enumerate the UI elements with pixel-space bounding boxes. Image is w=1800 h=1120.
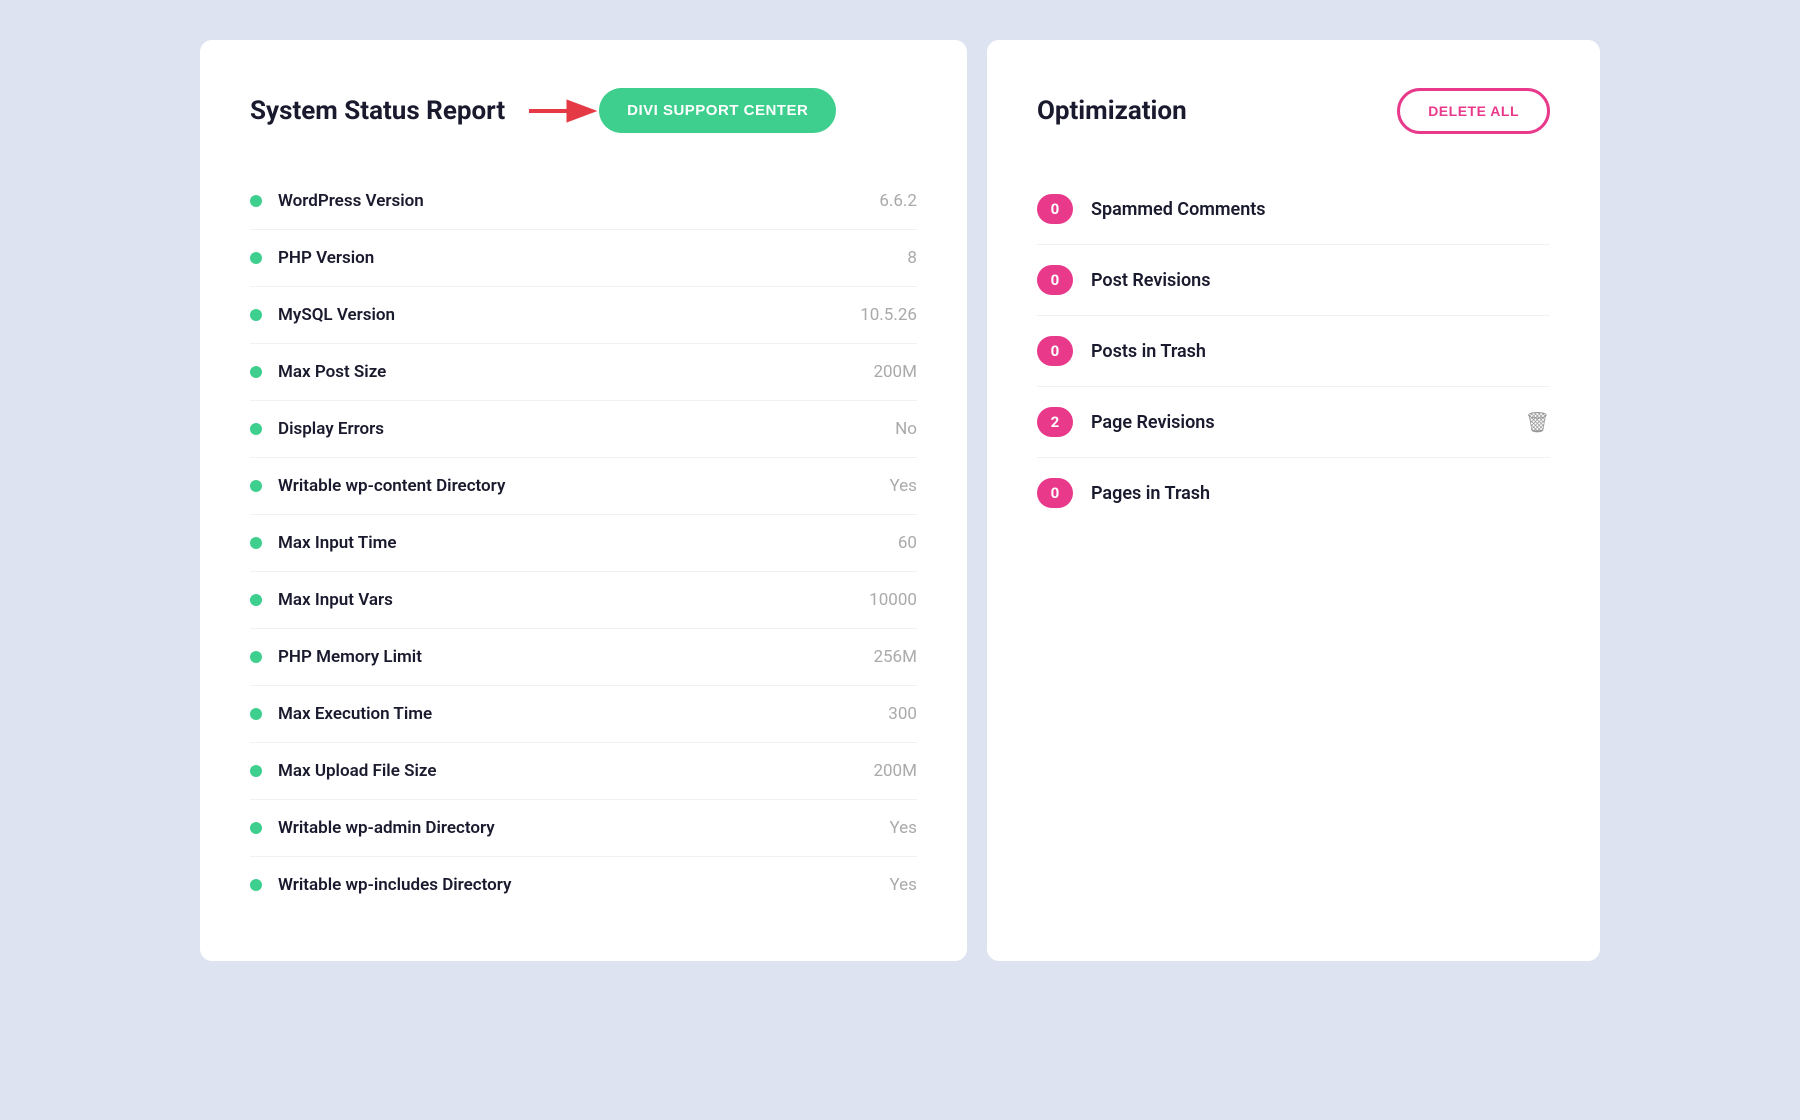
count-badge: 2: [1037, 407, 1073, 437]
status-list: WordPress Version 6.6.2 PHP Version 8 MySQL …: [250, 173, 917, 913]
status-label: WordPress Version: [278, 191, 424, 211]
status-value: 6.6.2: [879, 191, 917, 211]
status-value: No: [895, 419, 917, 439]
divi-support-center-button[interactable]: DIVI SUPPORT CENTER: [599, 88, 836, 133]
system-status-title: System Status Report: [250, 96, 505, 126]
status-dot: [250, 309, 262, 321]
status-value: Yes: [889, 476, 916, 496]
status-dot: [250, 594, 262, 606]
support-center-wrapper: DIVI SUPPORT CENTER: [529, 88, 836, 133]
optimization-list: 0 Spammed Comments 0 Post Revisions 0 Posts i…: [1037, 174, 1550, 528]
status-dot: [250, 480, 262, 492]
status-label: MySQL Version: [278, 305, 395, 325]
status-label: PHP Memory Limit: [278, 647, 422, 667]
status-item: Max Execution Time 300: [250, 686, 917, 743]
status-item: Max Input Time 60: [250, 515, 917, 572]
status-dot: [250, 366, 262, 378]
status-item: MySQL Version 10.5.26: [250, 287, 917, 344]
optimization-item: 0 Spammed Comments: [1037, 174, 1550, 245]
status-item: Max Upload File Size 200M: [250, 743, 917, 800]
status-label: Writable wp-content Directory: [278, 476, 505, 496]
count-badge: 0: [1037, 265, 1073, 295]
status-dot: [250, 195, 262, 207]
status-item: Writable wp-content Directory Yes: [250, 458, 917, 515]
optimization-label: Pages in Trash: [1091, 483, 1550, 504]
optimization-label: Post Revisions: [1091, 270, 1550, 291]
status-label: Max Input Time: [278, 533, 397, 553]
optimization-item: 0 Posts in Trash: [1037, 316, 1550, 387]
system-status-card: System Status Report DIVI SUPPORT CENTER…: [200, 40, 967, 961]
status-item: Writable wp-includes Directory Yes: [250, 857, 917, 913]
optimization-item: 2 Page Revisions 🗑: [1037, 387, 1550, 458]
status-label: Writable wp-includes Directory: [278, 875, 511, 895]
status-value: Yes: [889, 818, 916, 838]
status-label: Max Upload File Size: [278, 761, 436, 781]
status-dot: [250, 708, 262, 720]
status-value: 200M: [873, 761, 917, 781]
right-header: Optimization DELETE ALL: [1037, 88, 1550, 134]
status-label: PHP Version: [278, 248, 374, 268]
status-item: WordPress Version 6.6.2: [250, 173, 917, 230]
optimization-label: Page Revisions: [1091, 412, 1507, 433]
optimization-label: Spammed Comments: [1091, 199, 1550, 220]
status-value: 8: [907, 248, 917, 268]
left-header: System Status Report DIVI SUPPORT CENTER: [250, 88, 917, 133]
status-label: Max Input Vars: [278, 590, 393, 610]
status-item: Display Errors No: [250, 401, 917, 458]
optimization-label: Posts in Trash: [1091, 341, 1550, 362]
status-item: Max Post Size 200M: [250, 344, 917, 401]
optimization-item: 0 Pages in Trash: [1037, 458, 1550, 528]
status-dot: [250, 822, 262, 834]
status-value: 256M: [873, 647, 917, 667]
delete-all-button[interactable]: DELETE ALL: [1397, 88, 1550, 134]
status-label: Display Errors: [278, 419, 384, 439]
status-value: 10000: [869, 590, 917, 610]
count-badge: 0: [1037, 194, 1073, 224]
status-dot: [250, 423, 262, 435]
status-label: Max Post Size: [278, 362, 386, 382]
status-value: 300: [888, 704, 917, 724]
optimization-card: Optimization DELETE ALL 0 Spammed Comment…: [987, 40, 1600, 961]
arrow-icon: [529, 93, 599, 129]
status-label: Max Execution Time: [278, 704, 432, 724]
status-item: PHP Version 8: [250, 230, 917, 287]
status-value: 60: [898, 533, 917, 553]
status-dot: [250, 879, 262, 891]
status-dot: [250, 537, 262, 549]
status-value: Yes: [889, 875, 916, 895]
status-item: Max Input Vars 10000: [250, 572, 917, 629]
status-item: Writable wp-admin Directory Yes: [250, 800, 917, 857]
optimization-item: 0 Post Revisions: [1037, 245, 1550, 316]
status-item: PHP Memory Limit 256M: [250, 629, 917, 686]
status-dot: [250, 651, 262, 663]
page-wrapper: System Status Report DIVI SUPPORT CENTER…: [200, 40, 1600, 961]
status-label: Writable wp-admin Directory: [278, 818, 495, 838]
count-badge: 0: [1037, 478, 1073, 508]
count-badge: 0: [1037, 336, 1073, 366]
status-value: 10.5.26: [860, 305, 917, 325]
status-value: 200M: [873, 362, 917, 382]
status-dot: [250, 252, 262, 264]
status-dot: [250, 765, 262, 777]
trash-icon[interactable]: 🗑: [1525, 410, 1550, 434]
optimization-title: Optimization: [1037, 96, 1187, 126]
